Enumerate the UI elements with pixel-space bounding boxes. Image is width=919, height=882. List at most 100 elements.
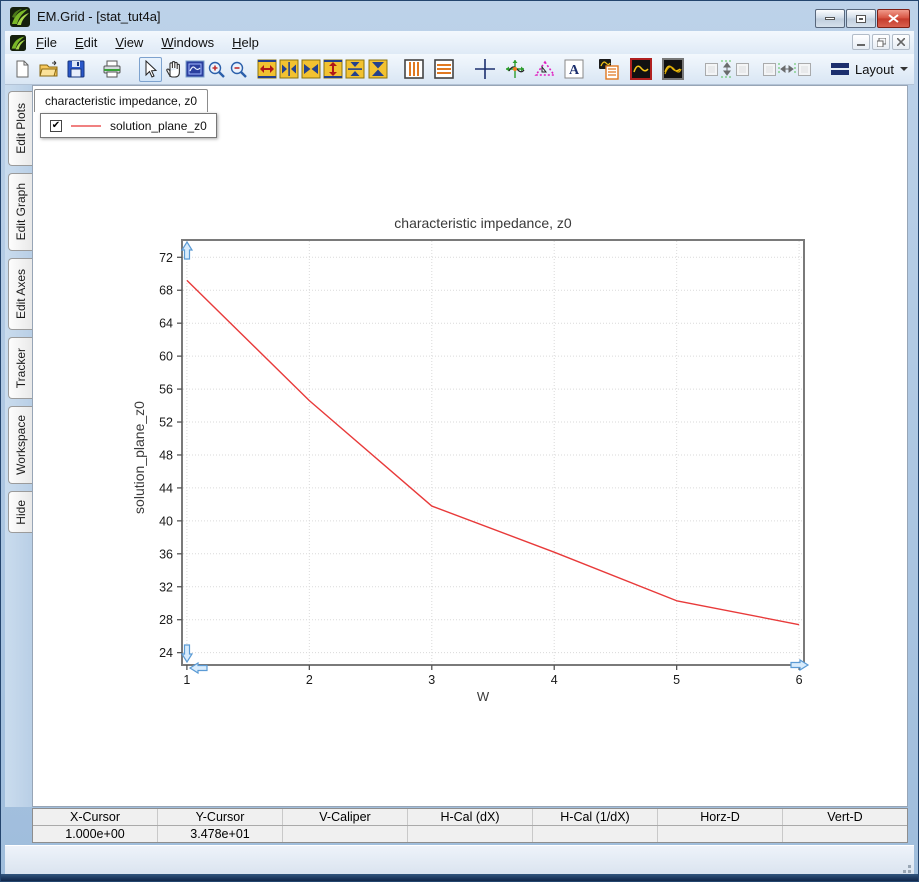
y-axis-bottom-arrow-icon[interactable] [180, 644, 194, 664]
legend-checkbox[interactable]: ✔ [50, 119, 62, 132]
caliper-tool-button[interactable] [533, 57, 557, 82]
multi-curve-view-button[interactable] [661, 57, 685, 82]
status-value-y-cursor: 3.478e+01 [158, 826, 283, 842]
horizontal-grid-icon [433, 59, 454, 79]
status-col-x-cursor: X-Cursor [33, 809, 158, 825]
expand-x-icon [257, 59, 277, 79]
menu-help[interactable]: Help [224, 32, 267, 53]
new-file-icon [16, 60, 29, 78]
layout-caret-icon [900, 67, 909, 71]
status-col-h-cal-1dx: H-Cal (1/dX) [533, 809, 658, 825]
sidebar-tab-workspace[interactable]: Workspace [8, 406, 32, 484]
y-tick-label: 56 [159, 383, 173, 397]
series-line-solution_plane_z0 [186, 279, 800, 626]
child-minimize-button[interactable] [852, 34, 870, 50]
status-header-row: X-Cursor Y-Cursor V-Caliper H-Cal (dX) H… [33, 809, 907, 826]
compress-x-button[interactable] [300, 57, 322, 82]
chart-legend[interactable]: ✔ solution_plane_z0 [40, 113, 217, 138]
split-x-button[interactable] [278, 57, 300, 82]
layout-dropdown-button[interactable]: Layout [825, 59, 914, 80]
pan-hand-icon [165, 61, 180, 78]
print-button[interactable] [101, 57, 123, 82]
tracker-icon [505, 60, 525, 78]
pointer-tool-button[interactable] [139, 56, 162, 82]
save-button[interactable] [65, 57, 87, 82]
y-tick-label: 44 [159, 481, 173, 495]
document-logo-icon [10, 34, 26, 51]
status-values-row: 1.000e+00 3.478e+01 [33, 826, 907, 842]
resize-grip[interactable] [899, 861, 912, 874]
plot-properties-icon [598, 59, 619, 80]
compress-y-button[interactable] [367, 57, 389, 82]
y-tick-label: 28 [159, 613, 173, 627]
open-file-button[interactable] [38, 57, 60, 82]
menu-file[interactable]: File [28, 32, 65, 53]
status-value-vert-d [783, 826, 907, 842]
y-tick-label: 72 [159, 251, 173, 265]
status-col-vert-d: Vert-D [827, 810, 863, 824]
chart-title: characteristic impedance, z0 [394, 215, 572, 231]
chart-plot[interactable]: 242832364044485256606468721 2 3 4 5 6characte… [132, 202, 832, 722]
sidebar-tab-hide[interactable]: Hide [8, 491, 32, 533]
tracker-tool-button[interactable] [503, 57, 527, 82]
cursor-cross-button[interactable] [473, 57, 497, 82]
pan-tool-button[interactable] [162, 57, 184, 82]
menu-edit[interactable]: Edit [67, 32, 105, 53]
y-tick-label: 48 [159, 448, 173, 462]
x-tick-label: 6 [796, 673, 803, 687]
y-axis-top-arrow-icon[interactable] [180, 240, 194, 260]
child-close-button[interactable] [892, 34, 910, 50]
x-tick-label: 5 [673, 673, 680, 687]
single-curve-icon [629, 58, 652, 80]
sidebar-tab-edit-graph[interactable]: Edit Graph [8, 173, 32, 251]
caliper-icon [534, 60, 556, 76]
zoom-in-button[interactable] [206, 57, 228, 82]
minimize-button[interactable] [815, 9, 845, 28]
y-tick-label: 68 [159, 284, 173, 298]
split-y-button[interactable] [344, 57, 366, 82]
vertical-grid-button[interactable] [403, 57, 425, 82]
menu-view[interactable]: View [107, 32, 151, 53]
document-tab[interactable]: characteristic impedance, z0 [34, 89, 209, 112]
text-annotation-button[interactable]: A [563, 57, 585, 82]
legend-line-sample [71, 124, 101, 127]
close-button[interactable] [877, 9, 910, 28]
sidebar-tab-label: Workspace [13, 415, 28, 475]
child-restore-button[interactable] [872, 34, 890, 50]
expand-y-button[interactable] [322, 57, 344, 82]
sidebar-tab-edit-plots[interactable]: Edit Plots [8, 91, 32, 166]
text-annotation-icon: A [564, 59, 584, 79]
window-bottom-border [1, 874, 918, 881]
plot-properties-button[interactable] [597, 57, 621, 82]
zoom-region-button[interactable] [184, 57, 206, 82]
zoom-in-icon [209, 61, 226, 78]
sidebar-tab-label: Edit Axes [13, 268, 28, 320]
cursor-status-table: X-Cursor Y-Cursor V-Caliper H-Cal (dX) H… [32, 808, 908, 843]
legend-series-label: solution_plane_z0 [110, 118, 207, 133]
new-file-button[interactable] [11, 57, 33, 82]
y-tick-label: 36 [159, 547, 173, 561]
sidebar-tab-edit-axes[interactable]: Edit Axes [8, 258, 32, 330]
status-col-h-cal-dx: H-Cal (dX) [408, 809, 533, 825]
single-curve-view-button[interactable] [629, 57, 653, 82]
fit-vertical-group[interactable] [704, 59, 749, 79]
y-tick-label: 60 [159, 350, 173, 364]
fit-horizontal-left-icon [762, 62, 776, 76]
document-area: characteristic impedance, z0 ✔ solution_… [32, 85, 908, 807]
zoom-out-button[interactable] [228, 57, 250, 82]
minimize-icon [825, 17, 835, 20]
maximize-button[interactable] [846, 9, 876, 28]
menu-windows[interactable]: Windows [153, 32, 222, 53]
x-axis-right-arrow-icon[interactable] [790, 658, 810, 672]
y-tick-label: 52 [159, 416, 173, 430]
horizontal-grid-button[interactable] [433, 57, 455, 82]
expand-x-button[interactable] [256, 57, 278, 82]
compress-x-icon [301, 59, 321, 79]
y-tick-label: 24 [159, 646, 173, 660]
layout-icon [830, 63, 849, 75]
split-x-icon [279, 59, 299, 79]
fit-horizontal-group[interactable] [762, 61, 811, 77]
cursor-cross-icon [474, 59, 495, 79]
sidebar-tab-tracker[interactable]: Tracker [8, 337, 32, 399]
status-value-h-cal-1dx [533, 826, 658, 842]
